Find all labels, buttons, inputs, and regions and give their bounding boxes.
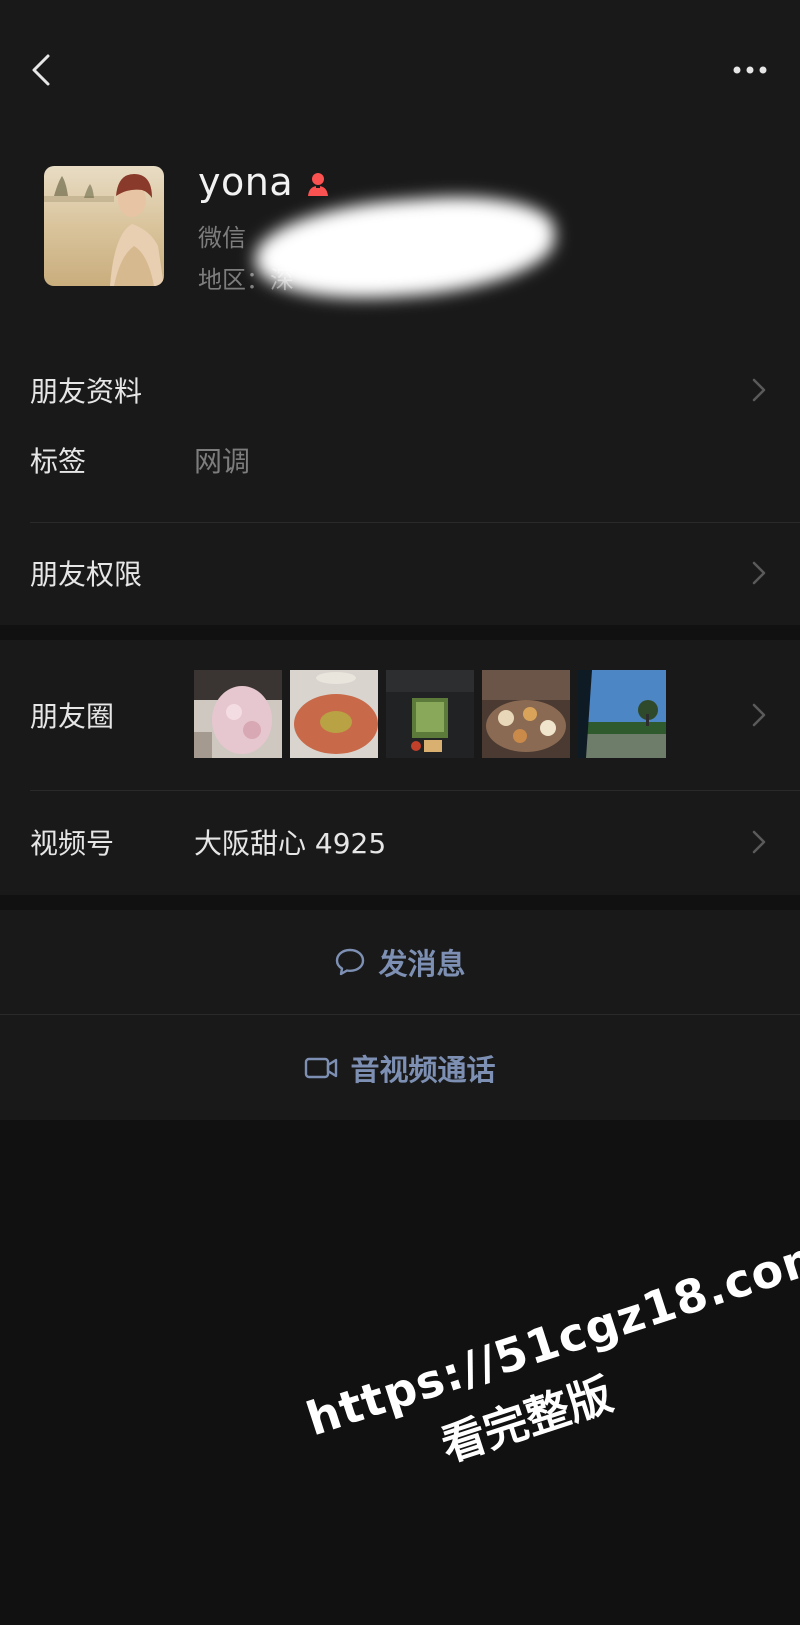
moments-thumbnail	[194, 670, 282, 758]
chevron-right-icon	[752, 830, 766, 854]
moments-thumbnail	[578, 670, 666, 758]
social-section: 朋友圈 视频号 大阪甜心 4925	[0, 640, 800, 895]
friend-profile-label: 朋友资料	[30, 375, 143, 408]
av-call-button[interactable]: 音视频通话	[0, 1016, 800, 1120]
back-button[interactable]	[22, 48, 62, 92]
actions-section: 发消息 音视频通话	[0, 910, 800, 1120]
more-options-button[interactable]	[726, 52, 774, 88]
send-message-button[interactable]: 发消息	[0, 910, 800, 1014]
divider	[30, 790, 800, 791]
display-name: yona	[198, 160, 294, 204]
watermark: https://51cgz18.com 看完整版	[300, 1226, 800, 1511]
profile-info-section: 朋友资料 标签 网调 朋友权限	[0, 340, 800, 625]
profile-header: yona 微信 地区：深	[0, 140, 800, 340]
moments-thumbnail	[386, 670, 474, 758]
moments-row[interactable]: 朋友圈	[0, 640, 800, 790]
channels-value: 大阪甜心 4925	[194, 827, 387, 860]
avatar[interactable]	[44, 166, 164, 286]
redaction-blur	[252, 189, 558, 307]
friend-profile-row[interactable]: 朋友资料	[0, 350, 800, 430]
wechat-id: 微信	[198, 218, 246, 253]
friend-permissions-label: 朋友权限	[30, 558, 143, 591]
video-camera-icon	[305, 1057, 338, 1079]
moments-thumbnails	[194, 670, 666, 758]
friend-permissions-row[interactable]: 朋友权限	[0, 533, 800, 613]
channels-row[interactable]: 视频号 大阪甜心 4925	[0, 802, 800, 882]
av-call-label: 音视频通话	[350, 1053, 496, 1087]
chevron-left-icon	[32, 54, 50, 86]
send-message-label: 发消息	[378, 947, 466, 981]
moments-thumbnail	[482, 670, 570, 758]
ellipsis-icon	[733, 66, 767, 74]
channels-label: 视频号	[30, 827, 115, 860]
tags-value: 网调	[194, 445, 251, 478]
tags-row[interactable]: 标签 网调	[0, 430, 800, 490]
moments-thumbnail	[290, 670, 378, 758]
divider	[0, 1014, 800, 1015]
divider	[30, 522, 800, 523]
chevron-right-icon	[752, 378, 766, 402]
female-icon	[308, 173, 329, 196]
name-row: yona	[198, 160, 331, 204]
chevron-right-icon	[752, 561, 766, 585]
tags-label: 标签	[30, 445, 87, 478]
chevron-right-icon	[752, 703, 766, 727]
moments-label: 朋友圈	[30, 700, 115, 733]
chat-bubble-icon	[336, 948, 365, 976]
top-bar	[0, 0, 800, 140]
wechat-id-label: 微信	[198, 224, 246, 252]
